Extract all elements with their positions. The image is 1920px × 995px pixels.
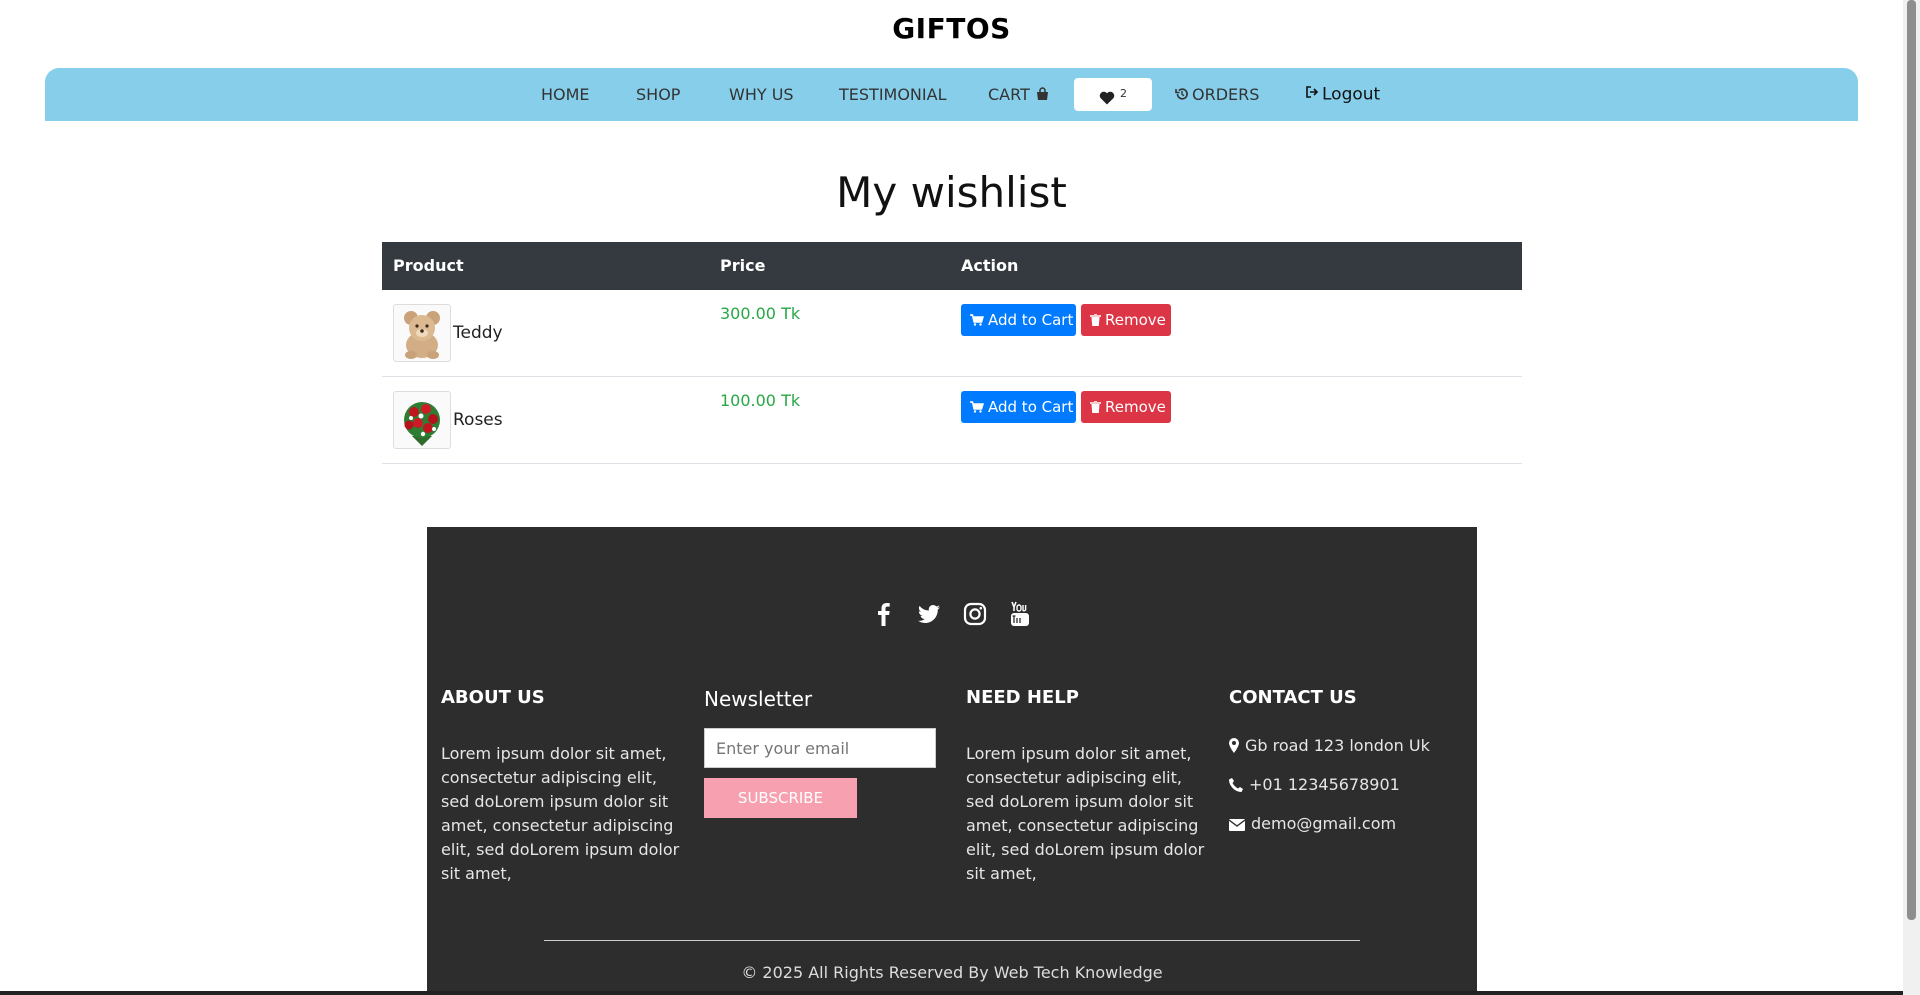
phone-icon xyxy=(1229,777,1243,796)
cart-icon xyxy=(970,392,985,424)
about-section: ABOUT US Lorem ipsum dolor sit amet, con… xyxy=(441,687,681,886)
header-action: Action xyxy=(961,256,1019,275)
about-title: ABOUT US xyxy=(441,687,545,708)
email-field[interactable] xyxy=(704,728,936,768)
product-name[interactable]: Roses xyxy=(453,410,503,430)
table-row: Teddy 300.00 Tk Add to Cart Remove xyxy=(382,290,1522,377)
product-price: 100.00 Tk xyxy=(720,391,801,410)
table-row: Roses 100.00 Tk Add to Cart Remove xyxy=(382,377,1522,464)
product-name[interactable]: Teddy xyxy=(453,323,503,343)
header-product: Product xyxy=(393,256,464,275)
brand-logo[interactable]: GIFTOS xyxy=(0,12,1903,45)
cart-icon xyxy=(970,305,985,337)
nav-logout-label: Logout xyxy=(1322,84,1381,105)
twitter-icon[interactable] xyxy=(916,601,942,627)
nav-cart-label: CART xyxy=(988,85,1030,104)
product-price: 300.00 Tk xyxy=(720,304,801,323)
remove-button[interactable]: Remove xyxy=(1081,304,1171,336)
map-marker-icon xyxy=(1229,738,1239,757)
help-text: Lorem ipsum dolor sit amet, consectetur … xyxy=(966,744,1205,883)
vertical-scrollbar[interactable] xyxy=(1903,0,1920,995)
teddy-bear-image xyxy=(393,304,451,362)
nav-home[interactable]: HOME xyxy=(541,68,590,121)
contact-section: CONTACT US Gb road 123 london Uk +01 123… xyxy=(1228,687,1469,853)
envelope-icon xyxy=(1228,816,1246,835)
shopping-bag-icon xyxy=(1035,69,1050,122)
nav-logout[interactable]: Logout xyxy=(1305,68,1380,121)
sign-out-icon xyxy=(1305,68,1319,121)
social-links xyxy=(427,601,1477,631)
contact-phone: +01 12345678901 xyxy=(1229,775,1469,814)
trash-icon xyxy=(1090,392,1101,424)
wishlist-table: Product Price Action Teddy 300.00 Tk Add… xyxy=(382,242,1522,464)
newsletter-title: Newsletter xyxy=(704,687,813,711)
nav-shop[interactable]: SHOP xyxy=(636,68,680,121)
page-title: My wishlist xyxy=(836,168,1067,217)
contact-address-text: Gb road 123 london Uk xyxy=(1245,736,1430,755)
nav-wishlist[interactable]: 2 xyxy=(1074,78,1152,111)
add-to-cart-button[interactable]: Add to Cart xyxy=(961,304,1076,336)
add-to-cart-label: Add to Cart xyxy=(988,311,1074,329)
header-price: Price xyxy=(720,256,766,275)
site-footer: ABOUT US Lorem ipsum dolor sit amet, con… xyxy=(427,527,1477,995)
history-icon xyxy=(1175,69,1189,122)
nav-orders[interactable]: ORDERS xyxy=(1175,68,1259,121)
scrollbar-thumb[interactable] xyxy=(1907,0,1916,920)
add-to-cart-button[interactable]: Add to Cart xyxy=(961,391,1076,423)
contact-email-text[interactable]: demo@gmail.com xyxy=(1251,814,1396,833)
nav-orders-label: ORDERS xyxy=(1192,85,1260,104)
contact-phone-text: +01 12345678901 xyxy=(1249,775,1400,794)
footer-divider xyxy=(544,940,1360,941)
help-title: NEED HELP xyxy=(966,687,1079,708)
main-navbar: HOME SHOP WHY US TESTIMONIAL CART 2 ORDE… xyxy=(45,68,1858,121)
horizontal-scrollbar[interactable] xyxy=(0,991,1903,995)
youtube-icon[interactable] xyxy=(1007,601,1033,627)
nav-why-us[interactable]: WHY US xyxy=(729,68,794,121)
heart-icon xyxy=(1099,88,1120,107)
subscribe-button[interactable]: SUBSCRIBE xyxy=(704,778,857,818)
remove-label: Remove xyxy=(1105,398,1166,416)
about-text: Lorem ipsum dolor sit amet, consectetur … xyxy=(441,744,680,883)
nav-cart[interactable]: CART xyxy=(988,68,1053,121)
copyright-text: © 2025 All Rights Reserved By Web Tech K… xyxy=(741,963,1163,982)
newsletter-section: Newsletter SUBSCRIBE xyxy=(704,687,944,818)
remove-button[interactable]: Remove xyxy=(1081,391,1171,423)
help-section: NEED HELP Lorem ipsum dolor sit amet, co… xyxy=(966,687,1206,886)
contact-title: CONTACT US xyxy=(1229,687,1357,708)
remove-label: Remove xyxy=(1105,311,1166,329)
nav-testimonial[interactable]: TESTIMONIAL xyxy=(839,68,946,121)
wishlist-count: 2 xyxy=(1120,87,1128,100)
roses-image xyxy=(393,391,451,449)
facebook-icon[interactable] xyxy=(871,601,897,627)
nav-list: HOME SHOP WHY US TESTIMONIAL CART 2 ORDE… xyxy=(45,68,1858,121)
instagram-icon[interactable] xyxy=(962,601,988,627)
add-to-cart-label: Add to Cart xyxy=(988,398,1074,416)
contact-address: Gb road 123 london Uk xyxy=(1229,736,1469,775)
trash-icon xyxy=(1090,305,1101,337)
contact-email: demo@gmail.com xyxy=(1228,814,1469,853)
table-header: Product Price Action xyxy=(382,242,1522,290)
